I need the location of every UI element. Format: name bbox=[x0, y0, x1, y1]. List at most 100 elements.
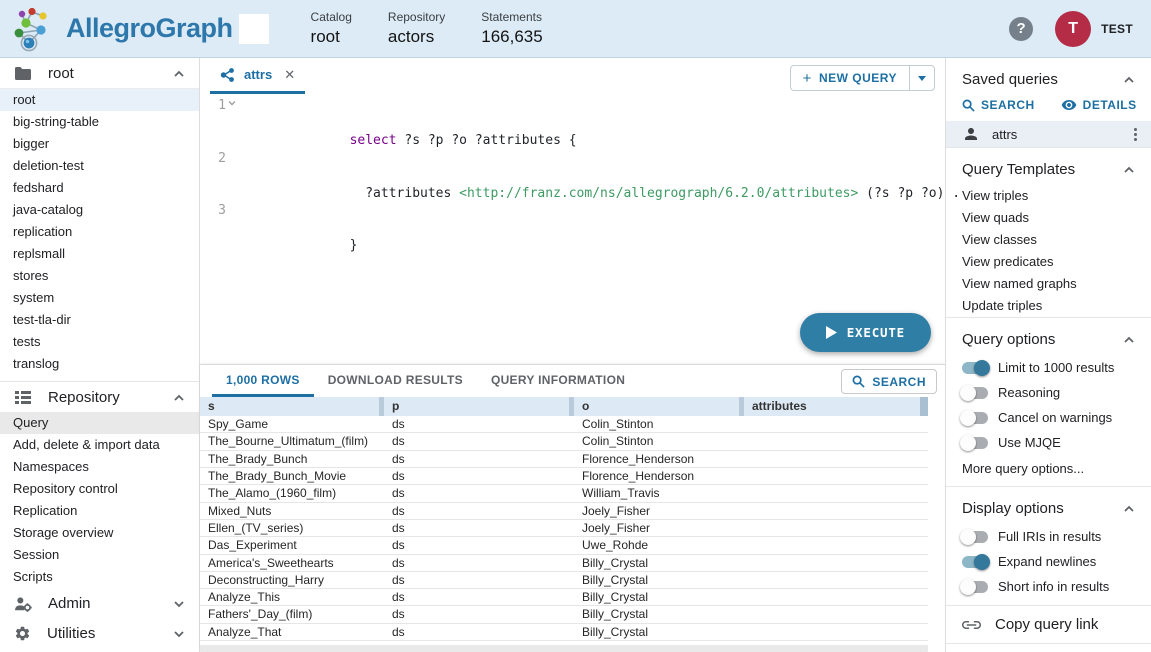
option-toggle[interactable]: Limit to 1000 results bbox=[946, 355, 1151, 380]
toggle-switch[interactable] bbox=[962, 362, 988, 374]
result-row[interactable]: Fathers'_Day_(film) ds Billy_Crystal bbox=[200, 606, 928, 623]
result-row[interactable]: The_Bourne_Ultimatum_(film) ds Colin_Sti… bbox=[200, 433, 928, 450]
kebab-menu-icon[interactable] bbox=[1130, 126, 1141, 143]
option-toggle[interactable]: Full IRIs in results bbox=[946, 524, 1151, 549]
results-tab[interactable]: DOWNLOAD RESULTS bbox=[314, 365, 477, 397]
result-row[interactable]: Das_Experiment ds Uwe_Rohde bbox=[200, 537, 928, 554]
result-row[interactable]: Mixed_Nuts ds Joely_Fisher bbox=[200, 503, 928, 520]
option-toggle[interactable]: Reasoning bbox=[946, 380, 1151, 405]
repository-item[interactable]: Repository control bbox=[0, 478, 199, 500]
result-row[interactable]: The_Alamo_(1960_film) ds William_Travis bbox=[200, 485, 928, 502]
table-horizontal-scrollbar[interactable] bbox=[200, 645, 928, 652]
query-template-item[interactable]: Update triples bbox=[946, 295, 1151, 317]
toggle-switch[interactable] bbox=[962, 412, 988, 424]
table-vertical-scrollbar[interactable] bbox=[920, 397, 928, 416]
close-tab-icon[interactable]: ✕ bbox=[284, 67, 295, 83]
query-templates-header[interactable]: Query Templates bbox=[946, 148, 1151, 185]
toggle-switch[interactable] bbox=[962, 531, 988, 543]
copy-query-link-button[interactable]: Copy query link bbox=[946, 605, 1151, 644]
toggle-switch[interactable] bbox=[962, 437, 988, 449]
column-header-o[interactable]: o bbox=[574, 397, 744, 416]
query-template-item[interactable]: View triples bbox=[946, 185, 1151, 207]
folder-icon bbox=[14, 66, 32, 81]
option-toggle[interactable]: Short info in results bbox=[946, 574, 1151, 599]
results-search-button[interactable]: SEARCH bbox=[841, 369, 937, 394]
result-row[interactable]: The_Brady_Bunch ds Florence_Henderson bbox=[200, 451, 928, 468]
query-tab-attrs[interactable]: attrs ✕ bbox=[210, 58, 305, 94]
saved-query-item-attrs[interactable]: attrs bbox=[946, 121, 1151, 148]
fold-arrow-icon[interactable] bbox=[228, 100, 236, 106]
admin-icon bbox=[14, 596, 32, 612]
option-toggle[interactable]: Expand newlines bbox=[946, 549, 1151, 574]
catalog-item[interactable]: java-catalog bbox=[0, 199, 199, 221]
query-template-item[interactable]: View quads bbox=[946, 207, 1151, 229]
cell-s: Spy_Game bbox=[200, 416, 384, 432]
toggle-switch[interactable] bbox=[962, 387, 988, 399]
saved-queries-search-button[interactable]: SEARCH bbox=[962, 98, 1035, 112]
stat-label: Repository bbox=[388, 10, 445, 24]
catalog-item[interactable]: translog bbox=[0, 353, 199, 375]
option-toggle[interactable]: Use MJQE bbox=[946, 430, 1151, 455]
saved-queries-header[interactable]: Saved queries bbox=[946, 58, 1151, 95]
results-tab[interactable]: 1,000 ROWS bbox=[212, 365, 314, 397]
help-icon[interactable]: ? bbox=[1009, 17, 1033, 41]
results-tab[interactable]: QUERY INFORMATION bbox=[477, 365, 639, 397]
display-options-header[interactable]: Display options bbox=[946, 487, 1151, 524]
utilities-section-header[interactable]: Utilities bbox=[0, 618, 199, 648]
toggle-switch[interactable] bbox=[962, 556, 988, 568]
repository-item[interactable]: Scripts bbox=[0, 566, 199, 588]
catalog-item[interactable]: test-tla-dir bbox=[0, 309, 199, 331]
catalog-item[interactable]: big-string-table bbox=[0, 111, 199, 133]
result-row[interactable]: America's_Sweethearts ds Billy_Crystal bbox=[200, 555, 928, 572]
execute-button[interactable]: EXECUTE bbox=[800, 313, 931, 352]
user-avatar[interactable]: T bbox=[1055, 11, 1091, 47]
display-options-title: Display options bbox=[962, 500, 1064, 517]
catalog-item[interactable]: stores bbox=[0, 265, 199, 287]
option-toggle[interactable]: Cancel on warnings bbox=[946, 405, 1151, 430]
result-row[interactable]: Ellen_(TV_series) ds Joely_Fisher bbox=[200, 520, 928, 537]
more-query-options-link[interactable]: More query options... bbox=[946, 455, 1151, 486]
cell-attributes bbox=[744, 416, 928, 432]
catalog-item[interactable]: replication bbox=[0, 221, 199, 243]
repository-item[interactable]: Storage overview bbox=[0, 522, 199, 544]
sparql-editor[interactable]: 1 select ?s ?p ?o ?attributes { 2 ?attri… bbox=[200, 94, 945, 364]
column-header-p[interactable]: p bbox=[384, 397, 574, 416]
result-row[interactable]: Analyze_This ds Billy_Crystal bbox=[200, 589, 928, 606]
result-row[interactable]: Analyze_That ds Billy_Crystal bbox=[200, 624, 928, 641]
cell-attributes bbox=[744, 606, 928, 622]
catalog-item[interactable]: deletion-test bbox=[0, 155, 199, 177]
query-template-item[interactable]: View named graphs bbox=[946, 273, 1151, 295]
catalog-item[interactable]: root bbox=[0, 89, 199, 111]
catalog-item[interactable]: bigger bbox=[0, 133, 199, 155]
query-templates-title: Query Templates bbox=[962, 161, 1075, 178]
catalog-item[interactable]: system bbox=[0, 287, 199, 309]
utilities-title: Utilities bbox=[47, 625, 95, 642]
column-header-s[interactable]: s bbox=[200, 397, 384, 416]
repository-item[interactable]: Namespaces bbox=[0, 456, 199, 478]
catalog-section-header[interactable]: root bbox=[0, 58, 199, 88]
saved-queries-details-button[interactable]: DETAILS bbox=[1061, 98, 1137, 112]
catalog-item[interactable]: tests bbox=[0, 331, 199, 353]
repository-item[interactable]: Session bbox=[0, 544, 199, 566]
result-row[interactable]: The_Brady_Bunch_Movie ds Florence_Hender… bbox=[200, 468, 928, 485]
repository-section-header[interactable]: Repository bbox=[0, 381, 199, 412]
toggle-knob bbox=[960, 529, 976, 545]
repository-item[interactable]: Add, delete & import data bbox=[0, 434, 199, 456]
result-row[interactable]: Spy_Game ds Colin_Stinton bbox=[200, 416, 928, 433]
catalog-item[interactable]: replsmall bbox=[0, 243, 199, 265]
toggle-switch[interactable] bbox=[962, 581, 988, 593]
stat-label: Statements bbox=[481, 10, 542, 24]
query-template-item[interactable]: View classes bbox=[946, 229, 1151, 251]
right-sidebar: Saved queries SEARCH DETAIL bbox=[945, 58, 1151, 652]
repository-item[interactable]: Query bbox=[0, 412, 199, 434]
learning-resources-section-header[interactable]: Learning Resources bbox=[0, 648, 199, 652]
catalog-item[interactable]: fedshard bbox=[0, 177, 199, 199]
admin-section-header[interactable]: Admin bbox=[0, 588, 199, 618]
new-query-button[interactable]: + NEW QUERY bbox=[790, 65, 909, 91]
column-header-attributes[interactable]: attributes bbox=[744, 397, 928, 416]
result-row[interactable]: Deconstructing_Harry ds Billy_Crystal bbox=[200, 572, 928, 589]
query-template-item[interactable]: View predicates bbox=[946, 251, 1151, 273]
new-query-dropdown-button[interactable] bbox=[909, 65, 935, 91]
query-options-header[interactable]: Query options bbox=[946, 318, 1151, 355]
repository-item[interactable]: Replication bbox=[0, 500, 199, 522]
